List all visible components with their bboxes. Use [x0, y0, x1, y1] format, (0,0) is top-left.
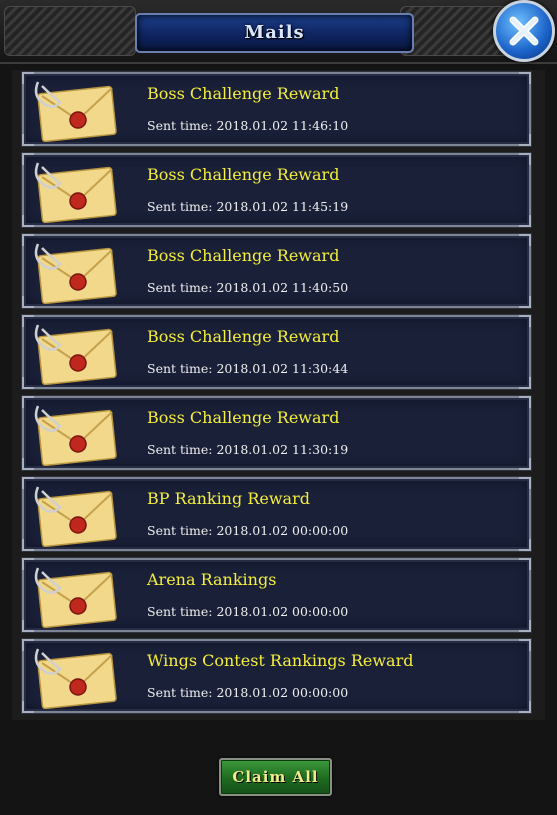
mail-title: Arena Rankings	[147, 570, 277, 589]
mail-title: BP Ranking Reward	[147, 489, 310, 508]
envelope-with-paperclip-icon	[34, 81, 117, 142]
mail-sent-time: Sent time: 2018.01.02 11:30:19	[147, 442, 349, 457]
window-title: Mails	[244, 22, 305, 43]
envelope-with-paperclip-icon	[34, 648, 117, 709]
claim-all-button[interactable]: Claim All	[219, 758, 332, 796]
envelope-with-paperclip-icon	[34, 162, 117, 223]
claim-all-label: Claim All	[232, 768, 319, 786]
mail-title: Boss Challenge Reward	[147, 165, 340, 184]
mail-sent-time: Sent time: 2018.01.02 11:45:19	[147, 199, 349, 214]
envelope-with-paperclip-icon	[34, 486, 117, 547]
mail-title: Boss Challenge Reward	[147, 327, 340, 346]
mail-item[interactable]: Wings Contest Rankings Reward Sent time:…	[21, 638, 532, 714]
mail-item[interactable]: BP Ranking Reward Sent time: 2018.01.02 …	[21, 476, 532, 552]
mail-item[interactable]: Boss Challenge Reward Sent time: 2018.01…	[21, 71, 532, 147]
mail-sent-time: Sent time: 2018.01.02 00:00:00	[147, 685, 349, 700]
mail-title: Wings Contest Rankings Reward	[147, 651, 414, 670]
header-ornament-left	[4, 6, 136, 56]
mail-item[interactable]: Boss Challenge Reward Sent time: 2018.01…	[21, 152, 532, 228]
mail-item[interactable]: Boss Challenge Reward Sent time: 2018.01…	[21, 395, 532, 471]
mail-sent-time: Sent time: 2018.01.02 00:00:00	[147, 523, 349, 538]
close-x-icon	[509, 16, 539, 46]
mail-item[interactable]: Boss Challenge Reward Sent time: 2018.01…	[21, 233, 532, 309]
mail-item[interactable]: Boss Challenge Reward Sent time: 2018.01…	[21, 314, 532, 390]
mail-title: Boss Challenge Reward	[147, 246, 340, 265]
mail-sent-time: Sent time: 2018.01.02 00:00:00	[147, 604, 349, 619]
mail-sent-time: Sent time: 2018.01.02 11:30:44	[147, 361, 349, 376]
mail-list[interactable]: Boss Challenge Reward Sent time: 2018.01…	[12, 70, 545, 720]
envelope-with-paperclip-icon	[34, 324, 117, 385]
mail-item[interactable]: Arena Rankings Sent time: 2018.01.02 00:…	[21, 557, 532, 633]
close-button[interactable]	[493, 0, 555, 62]
mail-sent-time: Sent time: 2018.01.02 11:46:10	[147, 118, 349, 133]
mail-window-header: Mails	[0, 0, 557, 64]
envelope-with-paperclip-icon	[34, 243, 117, 304]
mail-title: Boss Challenge Reward	[147, 408, 340, 427]
envelope-with-paperclip-icon	[34, 567, 117, 628]
mail-title: Boss Challenge Reward	[147, 84, 340, 103]
title-bar: Mails	[135, 13, 414, 53]
mail-sent-time: Sent time: 2018.01.02 11:40:50	[147, 280, 349, 295]
envelope-with-paperclip-icon	[34, 405, 117, 466]
